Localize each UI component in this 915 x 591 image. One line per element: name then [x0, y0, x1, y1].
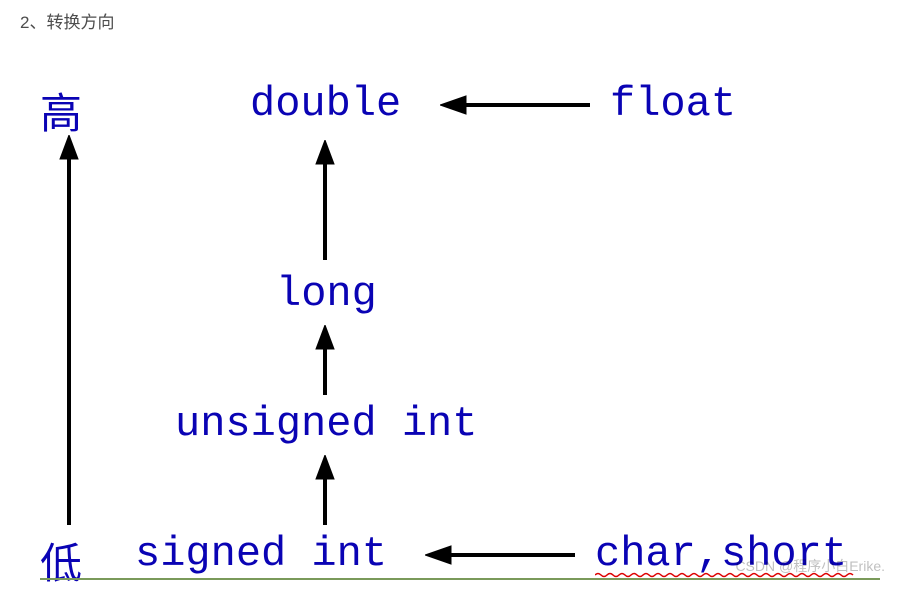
arrow-low-to-high — [54, 135, 84, 525]
section-heading: 2、转换方向 — [20, 8, 114, 33]
arrow-float-to-double — [440, 90, 590, 120]
bottom-underline — [40, 578, 880, 580]
node-long: long — [276, 270, 377, 318]
node-float: float — [610, 80, 736, 128]
arrow-long-to-double — [310, 140, 340, 260]
arrow-charshort-to-signedint — [425, 540, 575, 570]
arrow-unsignedint-to-long — [310, 325, 340, 395]
label-high: 高 — [40, 80, 82, 141]
node-signed-int: signed int — [135, 530, 387, 578]
watermark: CSDN @程序小白Erike. — [735, 556, 885, 576]
arrow-signedint-to-unsignedint — [310, 455, 340, 525]
node-unsigned-int: unsigned int — [175, 400, 477, 448]
node-double: double — [250, 80, 401, 128]
type-conversion-diagram: 高 double float long unsigned int 低 signe… — [40, 60, 910, 580]
